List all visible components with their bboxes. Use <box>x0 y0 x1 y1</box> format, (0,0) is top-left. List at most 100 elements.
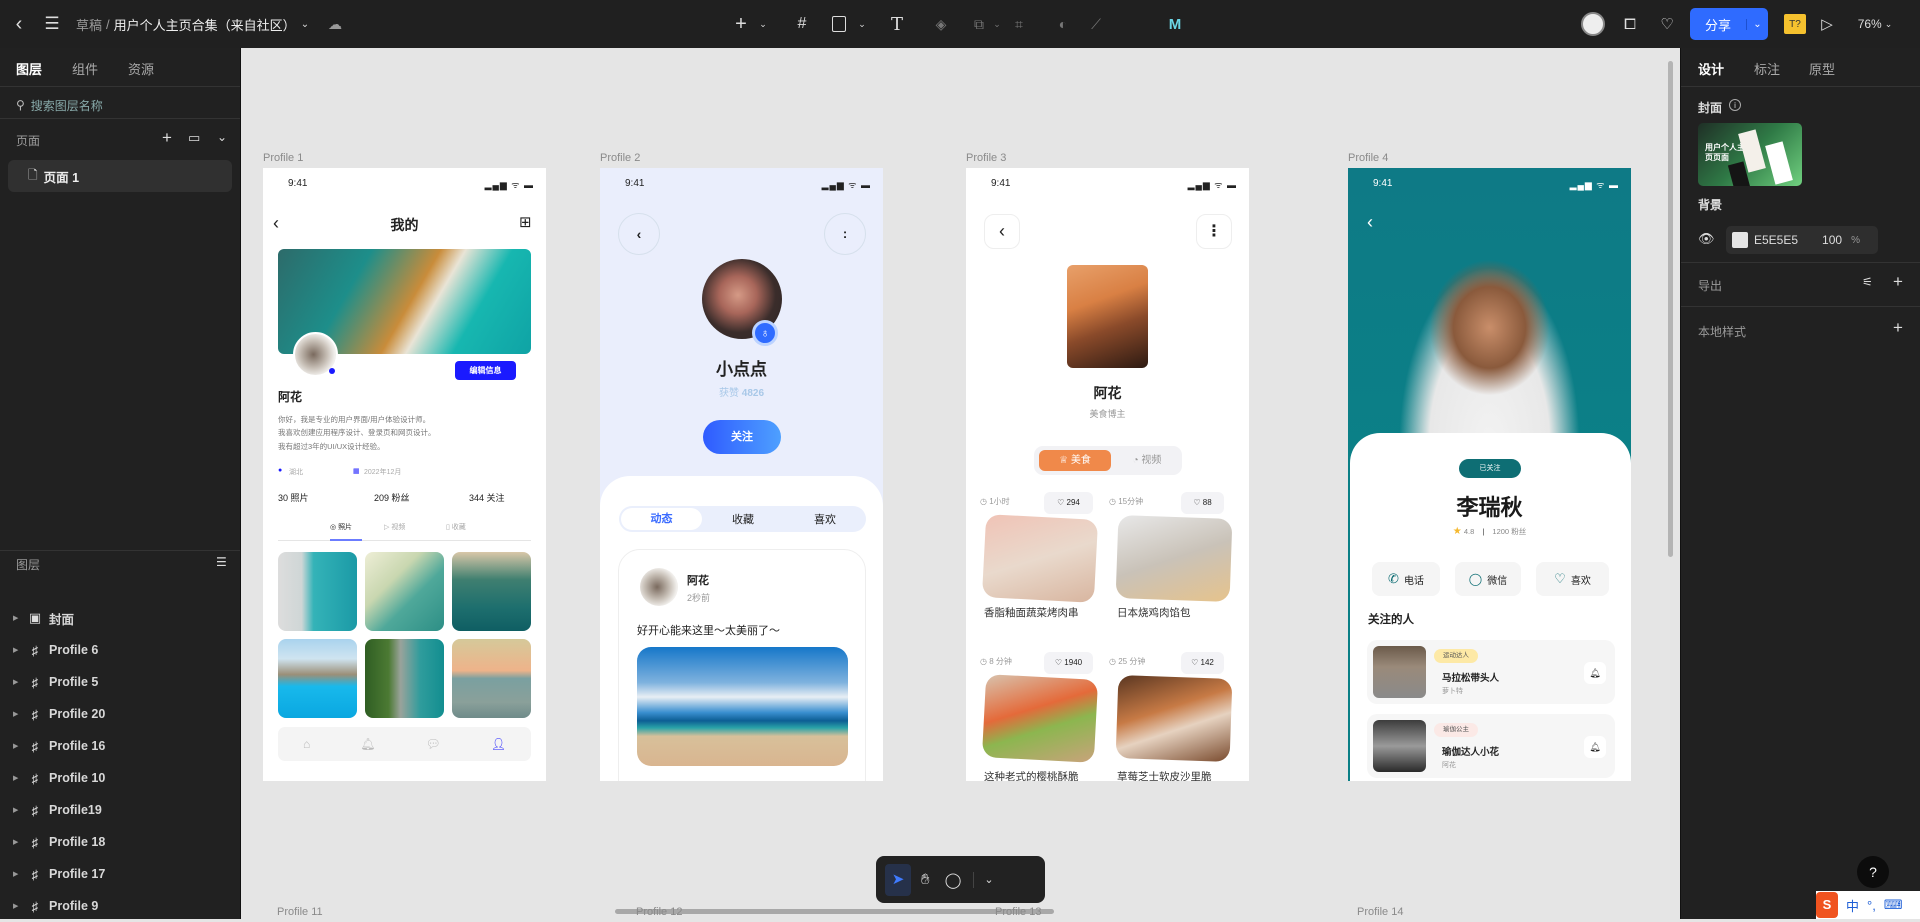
layer-item[interactable]: ▶ ♯ Profile 9 <box>0 890 240 922</box>
followed-badge[interactable]: 已关注 <box>1459 459 1521 478</box>
gallery-photo[interactable] <box>365 639 444 718</box>
tab-videos[interactable]: ▷ 视频 <box>384 522 405 532</box>
profile-photo[interactable] <box>1067 265 1148 368</box>
post-image[interactable] <box>637 647 848 766</box>
frame-label[interactable]: Profile 3 <box>966 152 1006 164</box>
expand-arrow-icon[interactable]: ▶ <box>13 614 23 622</box>
cover-thumbnail[interactable]: 用户个人主页页面 <box>1698 123 1802 186</box>
recipe-image[interactable] <box>981 674 1099 763</box>
tab-posts[interactable]: 动态 <box>621 508 702 530</box>
frame-label[interactable]: Profile 14 <box>1357 906 1403 918</box>
crop-tool-icon[interactable]: ⟋ <box>1087 0 1105 48</box>
chevron-down-icon[interactable]: ⌄ <box>758 0 768 48</box>
gallery-photo[interactable] <box>278 552 357 631</box>
rectangle-tool-icon[interactable] <box>830 0 848 48</box>
ai-plugin-icon[interactable]: M <box>1164 0 1186 48</box>
tab-saved[interactable]: ▯ 收藏 <box>446 522 466 532</box>
eye-icon[interactable]: 👁 <box>1698 231 1715 247</box>
tab-prototype[interactable]: 原型 <box>1809 59 1835 78</box>
recipe-title[interactable]: 香脂釉面蔬菜烤肉串 <box>984 605 1079 620</box>
missing-font-badge[interactable]: T? <box>1784 14 1806 34</box>
color-swatch[interactable] <box>1732 232 1748 248</box>
add-export-icon[interactable]: + <box>1893 272 1903 292</box>
layer-item[interactable]: ▶ ♯ Profile 17 <box>0 858 240 890</box>
layer-item[interactable]: ▶ ♯ Profile 18 <box>0 826 240 858</box>
layer-item[interactable]: ▶ ♯ Profile 5 <box>0 666 240 698</box>
stat-followers[interactable]: 209 粉丝 <box>374 491 410 504</box>
zoom-level[interactable]: 76% ⌄ <box>1850 0 1900 48</box>
layer-item[interactable]: ▶ ♯ Profile 16 <box>0 730 240 762</box>
back-icon[interactable]: ‹ <box>1367 212 1373 233</box>
expand-arrow-icon[interactable]: ▶ <box>13 742 23 750</box>
segment-video[interactable]: ◔ 视频 <box>1116 450 1178 471</box>
recipe-image[interactable] <box>1115 675 1233 762</box>
more-button[interactable]: ⋮ <box>1196 214 1232 249</box>
frame-label[interactable]: Profile 2 <box>600 152 640 164</box>
home-icon[interactable]: ⌂ <box>303 737 310 751</box>
expand-arrow-icon[interactable]: ▶ <box>13 774 23 782</box>
frame-tool-icon[interactable]: # <box>793 0 811 48</box>
vertical-scrollbar[interactable] <box>1668 61 1673 557</box>
stat-following[interactable]: 344 关注 <box>469 491 505 504</box>
boolean-tool-icon[interactable]: ⧉ <box>970 0 988 48</box>
lightbulb-icon[interactable]: ♡ <box>1657 0 1677 48</box>
recipe-title[interactable]: 日本烧鸡肉馅包 <box>1117 605 1191 620</box>
chevron-down-icon[interactable]: ⌄ <box>1746 18 1768 30</box>
tab-assets[interactable]: 资源 <box>128 59 154 78</box>
ime-toolbar[interactable]: S 中 °, ⌨ <box>1816 891 1920 919</box>
frame-profile-2[interactable]: 9:41 ▂▄▆ ᯤ ▬ ‹ : ♁ 小点点 获赞 4826 关注 动态 收藏 喜… <box>600 168 883 781</box>
page-item[interactable]: 🗋 页面 1 <box>8 160 232 192</box>
expand-arrow-icon[interactable]: ▶ <box>13 678 23 686</box>
mask-tool-icon[interactable]: ⌗ <box>1010 0 1028 48</box>
stat-photos[interactable]: 30 照片 <box>278 491 309 504</box>
segment-food[interactable]: ♕ 美食 <box>1039 450 1111 471</box>
wechat-button[interactable]: ◯ 微信 <box>1455 562 1521 596</box>
plugin-icon[interactable]: ⧠ <box>1620 0 1640 48</box>
help-button[interactable]: ? <box>1857 856 1889 888</box>
frame-profile-4[interactable]: 9:41 ▂▄▆ ᯤ ▬ ‹ 已关注 李瑞秋 ★ 4.8 | 1200 粉丝 ✆ 电… <box>1348 168 1631 781</box>
punctuation-icon[interactable]: °, <box>1867 898 1876 913</box>
tab-annotate[interactable]: 标注 <box>1754 59 1780 78</box>
frame-label[interactable]: Profile 1 <box>263 152 303 164</box>
gallery-photo[interactable] <box>278 639 357 718</box>
edit-profile-button[interactable]: 编辑信息 <box>455 361 516 380</box>
layer-item[interactable]: ▶ ♯ Profile 20 <box>0 698 240 730</box>
like-count-pill[interactable]: ♡ 1940 <box>1044 652 1093 674</box>
tab-liked[interactable]: 喜欢 <box>784 511 866 527</box>
comment-tool-icon[interactable]: ◯ <box>945 871 962 889</box>
share-button[interactable]: 分享 ⌄ <box>1690 8 1768 40</box>
folder-icon[interactable]: ▭ <box>188 130 200 146</box>
expand-arrow-icon[interactable]: ▶ <box>13 646 23 654</box>
expand-arrow-icon[interactable]: ▶ <box>13 806 23 814</box>
back-button[interactable]: ‹ <box>618 213 660 255</box>
pointer-tool-icon[interactable]: ➤ <box>885 863 911 896</box>
like-count-pill[interactable]: ♡ 88 <box>1181 492 1224 514</box>
bell-icon[interactable]: 🔔︎ <box>1584 736 1606 758</box>
expand-arrow-icon[interactable]: ▶ <box>13 838 23 846</box>
bg-color-value[interactable]: E5E5E5 <box>1754 233 1798 247</box>
frame-label[interactable]: Profile 13 <box>995 906 1041 918</box>
keyboard-icon[interactable]: ⌨ <box>1884 897 1903 913</box>
frame-profile-3[interactable]: 9:41 ▂▄▆ ᯤ ▬ ‹ ⋮ 阿花 美食博主 ♕ 美食 ◔ 视频 ◷ 1小时 … <box>966 168 1249 781</box>
play-icon[interactable]: ▷ <box>1818 0 1836 48</box>
add-page-icon[interactable]: + <box>162 128 172 148</box>
post-author-avatar[interactable] <box>640 568 678 606</box>
chevron-down-icon[interactable]: ⌄ <box>992 0 1002 48</box>
hand-tool-icon[interactable]: ✋︎ <box>921 871 930 888</box>
frame-label[interactable]: Profile 12 <box>636 906 682 918</box>
bell-icon[interactable]: 🔔︎ <box>360 737 375 751</box>
export-settings-icon[interactable]: ⚟ <box>1862 275 1873 289</box>
layer-item[interactable]: ▶ ♯ Profile 10 <box>0 762 240 794</box>
profile-icon[interactable]: 👤︎ <box>491 737 506 751</box>
text-tool-icon[interactable]: T <box>888 0 906 48</box>
back-icon[interactable]: ‹ <box>8 0 30 48</box>
user-avatar[interactable] <box>1580 0 1606 48</box>
collapse-layers-icon[interactable]: ☰ <box>216 555 227 569</box>
recipe-image[interactable] <box>981 514 1099 603</box>
back-button[interactable]: ‹ <box>984 214 1020 249</box>
recipe-image[interactable] <box>1115 515 1233 602</box>
more-button[interactable]: : <box>824 213 866 255</box>
chevron-down-icon[interactable]: ⌄ <box>857 0 867 48</box>
expand-arrow-icon[interactable]: ▶ <box>13 870 23 878</box>
tab-photos[interactable]: ◎ 照片 <box>330 522 352 532</box>
